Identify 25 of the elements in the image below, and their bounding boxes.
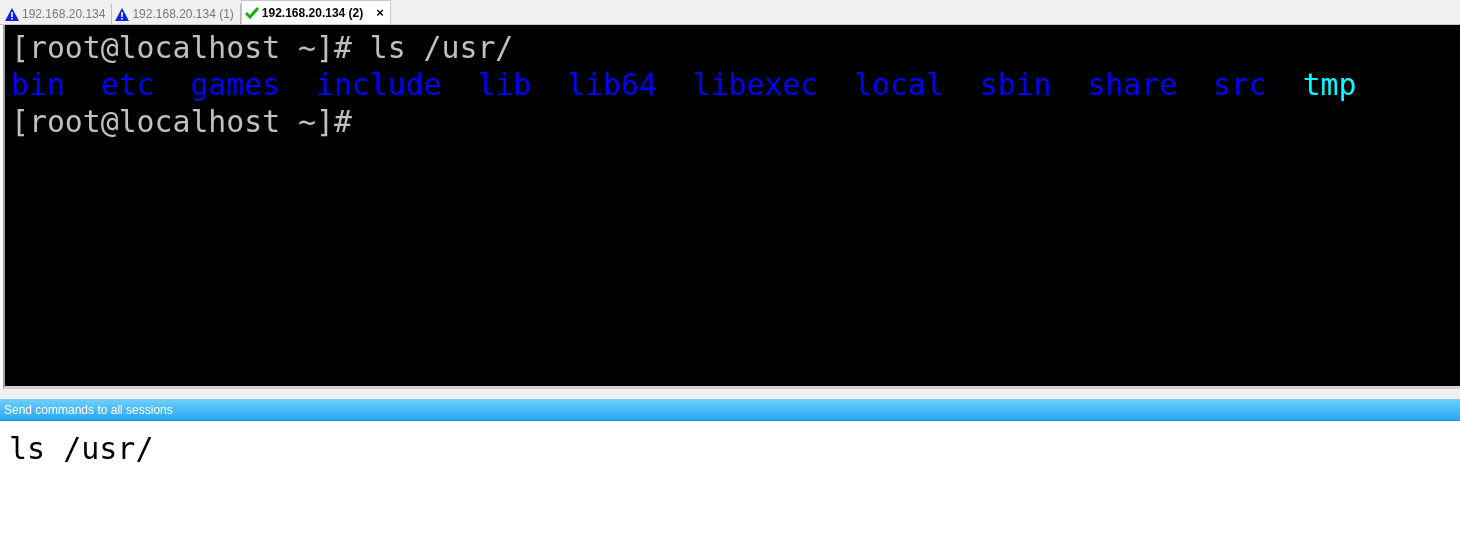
directory-name: include: [316, 66, 442, 103]
directory-name: share: [1087, 66, 1178, 103]
directory-name: lib: [477, 66, 532, 103]
directory-name: libexec: [692, 66, 819, 103]
directory-name: src: [1212, 66, 1267, 103]
session-tab[interactable]: 192.168.20.134: [2, 4, 113, 24]
send-bar-title: Send commands to all sessions: [0, 399, 1460, 421]
terminal-line: [root@localhost ~]# ls /usr/: [11, 29, 514, 66]
close-icon[interactable]: ×: [376, 5, 384, 20]
directory-name: etc: [100, 66, 155, 103]
warning-icon: [5, 7, 19, 21]
directory-name: bin: [11, 66, 65, 103]
terminal-line: [root@localhost ~]#: [11, 103, 352, 140]
tab-label: 192.168.20.134 (1): [132, 7, 234, 21]
directory-name: tmp: [1302, 66, 1357, 103]
directory-name: sbin: [979, 66, 1052, 103]
check-icon: [244, 6, 259, 19]
directory-name: local: [854, 66, 944, 103]
directory-name: lib64: [567, 66, 657, 103]
session-tab[interactable]: 192.168.20.134 (2) ×: [240, 0, 391, 24]
tab-label: 192.168.20.134: [22, 7, 106, 21]
directory-name: games: [190, 66, 281, 103]
session-tab[interactable]: 192.168.20.134 (1): [112, 4, 241, 24]
warning-icon: [115, 7, 130, 21]
tab-label: 192.168.20.134 (2): [261, 5, 364, 20]
